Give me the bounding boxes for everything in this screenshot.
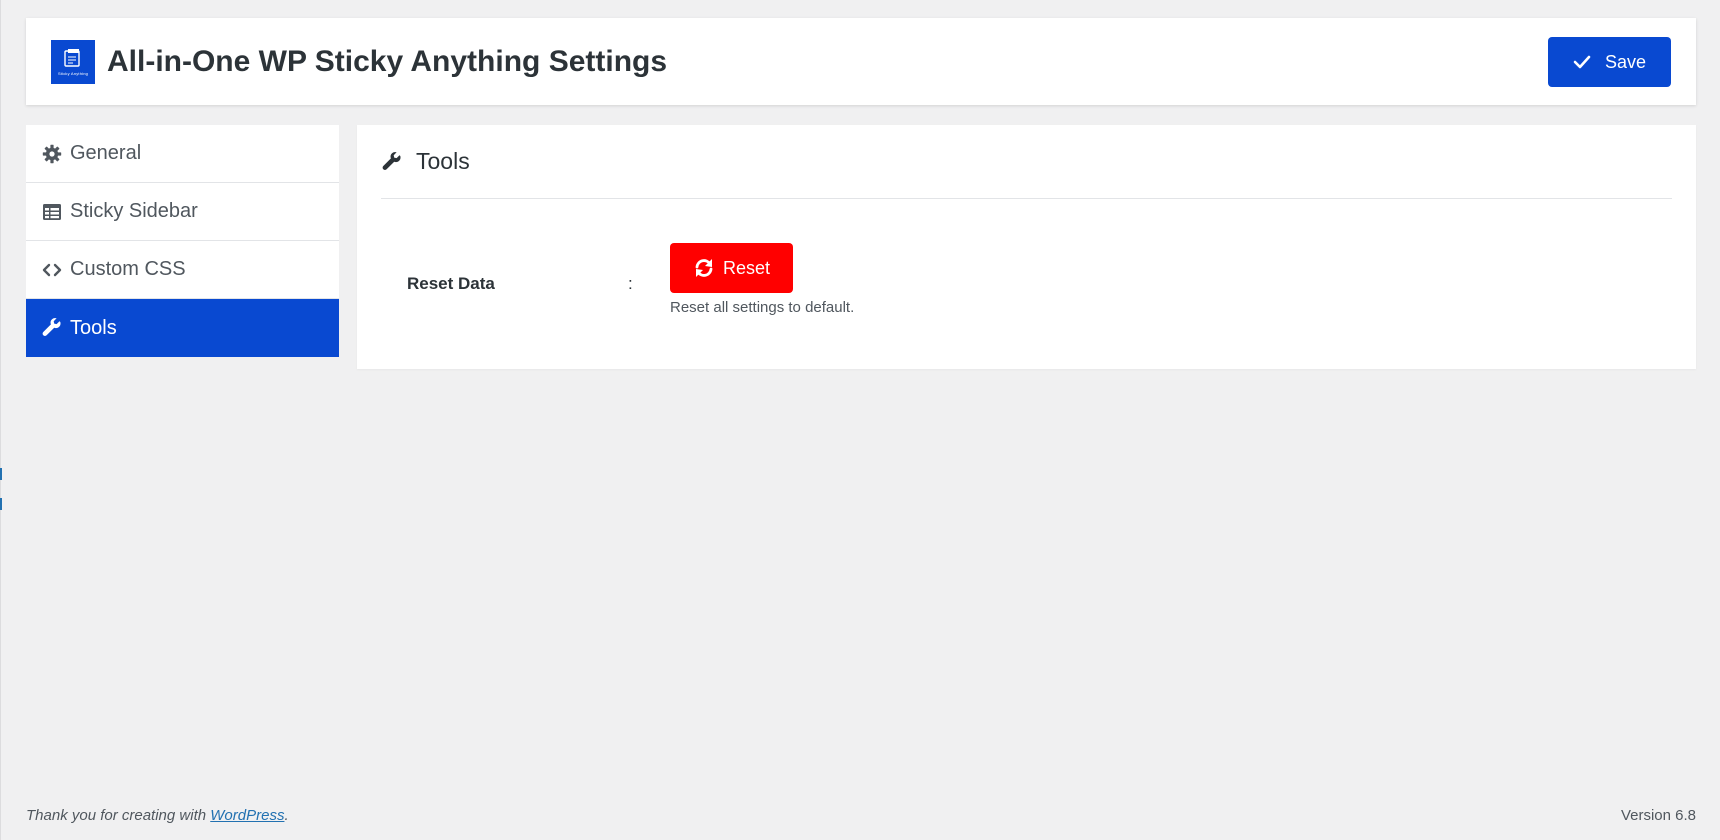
- tools-panel: Tools Reset Data : Reset Reset all setti…: [357, 125, 1696, 369]
- sidebar-item-tools[interactable]: Tools: [26, 299, 339, 357]
- sidebar-item-label: Custom CSS: [70, 258, 186, 280]
- save-button[interactable]: Save: [1548, 37, 1671, 87]
- wordpress-link[interactable]: WordPress: [210, 807, 284, 824]
- sidebar-item-sticky-sidebar[interactable]: Sticky Sidebar: [26, 183, 339, 241]
- sidebar-item-custom-css[interactable]: Custom CSS: [26, 241, 339, 299]
- plugin-logo: Sticky Anything: [51, 39, 95, 84]
- footer-version: Version 6.8: [1620, 807, 1696, 824]
- sticky-note-icon: [64, 49, 80, 67]
- label-colon: :: [628, 274, 633, 293]
- reset-data-label: Reset Data: [407, 274, 495, 293]
- wrench-icon: [382, 151, 402, 172]
- table-icon: [42, 202, 62, 222]
- panel-title: Tools: [416, 148, 470, 174]
- admin-menu-indicator: [0, 468, 2, 510]
- settings-header: Sticky Anything All-in-One WP Sticky Any…: [26, 18, 1696, 105]
- sidebar-item-general[interactable]: General: [26, 125, 339, 183]
- logo-text: Sticky Anything: [57, 71, 89, 76]
- admin-menu-edge: [0, 0, 1, 840]
- code-icon: [42, 260, 62, 280]
- panel-header: Tools: [381, 125, 1672, 199]
- save-button-label: Save: [1604, 51, 1647, 72]
- check-icon: [1573, 55, 1591, 69]
- sidebar-item-label: General: [70, 142, 142, 164]
- settings-sidebar: General Sticky Sidebar Custom CSS Tools: [26, 125, 339, 357]
- reset-description: Reset all settings to default.: [670, 299, 855, 316]
- refresh-icon: [695, 259, 713, 277]
- wrench-icon: [42, 318, 62, 338]
- gear-icon: [42, 144, 62, 164]
- sidebar-item-label: Sticky Sidebar: [70, 200, 198, 222]
- footer-thanks: Thank you for creating with WordPress.: [26, 807, 289, 824]
- sidebar-item-label: Tools: [70, 316, 117, 339]
- footer-thanks-suffix: .: [284, 807, 289, 824]
- reset-button-label: Reset: [722, 257, 771, 278]
- footer-thanks-prefix: Thank you for creating with: [26, 807, 211, 824]
- reset-button[interactable]: Reset: [670, 243, 793, 293]
- page-title: All-in-One WP Sticky Anything Settings: [107, 44, 668, 78]
